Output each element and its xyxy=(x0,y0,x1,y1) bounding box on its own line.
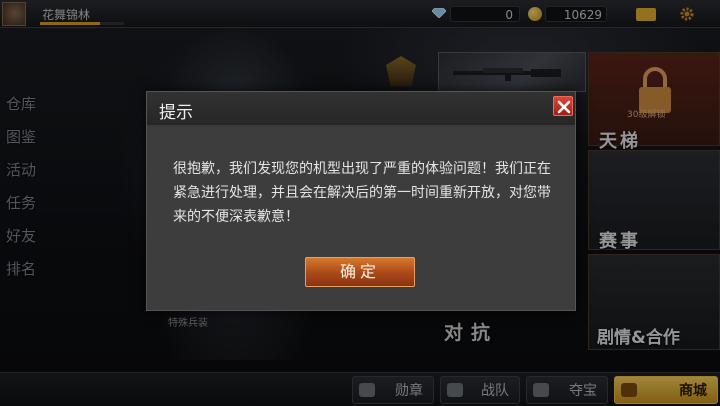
confirm-button[interactable]: 确定 xyxy=(305,257,415,287)
dialog-title: 提示 xyxy=(159,103,193,123)
close-icon xyxy=(557,100,571,114)
dialog-body: 很抱歉，我们发现您的机型出现了严重的体验问题！我们正在紧急进行处理，并且会在解决… xyxy=(147,127,575,310)
notice-dialog: 提示 很抱歉，我们发现您的机型出现了严重的体验问题！我们正在紧急进行处理，并且会… xyxy=(146,91,576,311)
dialog-message: 很抱歉，我们发现您的机型出现了严重的体验问题！我们正在紧急进行处理，并且会在解决… xyxy=(173,161,551,225)
dialog-header: 提示 xyxy=(147,92,575,126)
close-button[interactable] xyxy=(553,96,573,116)
